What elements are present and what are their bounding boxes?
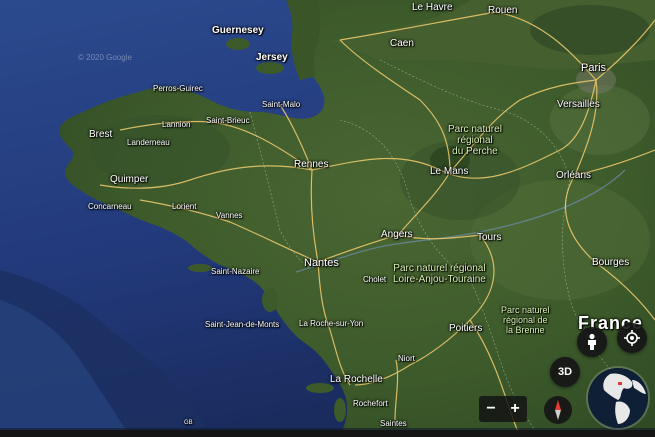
person-icon xyxy=(588,333,596,350)
place-saint-malo[interactable]: Saint-Malo xyxy=(262,100,300,110)
compass-icon xyxy=(555,400,561,420)
park-perche[interactable]: Parc naturel régional du Perche xyxy=(448,124,502,157)
island-jersey xyxy=(256,62,284,74)
place-quimper[interactable]: Quimper xyxy=(110,174,148,185)
place-bourges[interactable]: Bourges xyxy=(592,257,629,268)
place-cholet[interactable]: Cholet xyxy=(363,275,386,285)
place-rennes[interactable]: Rennes xyxy=(294,159,328,170)
scale-label: GB xyxy=(184,420,193,426)
zoom-controls: − + xyxy=(479,396,527,422)
island-oleron xyxy=(334,398,346,422)
place-jersey[interactable]: Jersey xyxy=(256,52,288,63)
globe-icon xyxy=(588,368,648,428)
copyright-text: © 2020 Google xyxy=(78,53,132,62)
place-nantes[interactable]: Nantes xyxy=(304,257,339,269)
place-brest[interactable]: Brest xyxy=(89,129,112,140)
place-saintes[interactable]: Saintes xyxy=(380,419,407,429)
land-texture xyxy=(550,85,650,155)
place-la-rochelle[interactable]: La Rochelle xyxy=(330,374,383,385)
place-caen[interactable]: Caen xyxy=(390,38,414,49)
place-vannes[interactable]: Vannes xyxy=(216,211,243,221)
island-guernsey xyxy=(226,38,250,50)
zoom-out-button[interactable]: − xyxy=(486,401,495,417)
bottom-bar xyxy=(0,430,655,437)
place-lannion[interactable]: Lannion xyxy=(162,120,190,130)
place-concarneau[interactable]: Concarneau xyxy=(88,202,132,212)
my-location-icon xyxy=(624,330,640,346)
place-saint-nazaire[interactable]: Saint-Nazaire xyxy=(211,267,259,277)
park-loire-line: Loire-Anjou-Touraine xyxy=(393,274,486,285)
place-lorient[interactable]: Lorient xyxy=(172,202,196,212)
place-angers[interactable]: Angers xyxy=(381,229,413,240)
place-le-havre[interactable]: Le Havre xyxy=(412,2,453,13)
park-brenne[interactable]: Parc naturel régional de la Brenne xyxy=(501,305,550,336)
place-niort[interactable]: Niort xyxy=(398,354,415,364)
island-belle-ile xyxy=(188,264,212,272)
globe-button[interactable] xyxy=(588,368,648,428)
zoom-in-button[interactable]: + xyxy=(510,401,519,417)
view-3d-button[interactable]: 3D xyxy=(550,357,580,387)
place-le-mans[interactable]: Le Mans xyxy=(430,166,468,177)
place-tours[interactable]: Tours xyxy=(477,232,501,243)
park-brenne-line: la Brenne xyxy=(506,324,545,335)
place-orleans[interactable]: Orléans xyxy=(556,170,591,181)
compass-button[interactable] xyxy=(544,396,572,424)
park-loire-line: Parc naturel régional xyxy=(393,263,486,274)
place-rouen[interactable]: Rouen xyxy=(488,5,517,16)
island-noirmoutier xyxy=(262,288,278,312)
park-perche-line: régional xyxy=(457,135,493,146)
place-saint-jean-de-monts[interactable]: Saint-Jean-de-Monts xyxy=(205,320,279,330)
park-loire-anjou-touraine[interactable]: Parc naturel régional Loire-Anjou-Tourai… xyxy=(393,263,486,285)
place-la-roche-sur-yon[interactable]: La Roche-sur-Yon xyxy=(299,319,363,329)
place-landerneau[interactable]: Landerneau xyxy=(127,138,170,148)
place-guernesey[interactable]: Guernesey xyxy=(212,25,264,36)
place-perros-guirec[interactable]: Perros-Guirec xyxy=(153,84,203,94)
park-perche-line: du Perche xyxy=(452,146,498,157)
place-versailles[interactable]: Versailles xyxy=(557,99,600,110)
place-paris[interactable]: Paris xyxy=(581,62,606,74)
place-poitiers[interactable]: Poitiers xyxy=(449,323,482,334)
park-perche-line: Parc naturel xyxy=(448,124,502,135)
place-rochefort[interactable]: Rochefort xyxy=(353,399,388,409)
pegman-button[interactable] xyxy=(577,327,607,357)
place-saint-brieuc[interactable]: Saint-Brieuc xyxy=(206,116,250,126)
my-location-button[interactable] xyxy=(617,323,647,353)
